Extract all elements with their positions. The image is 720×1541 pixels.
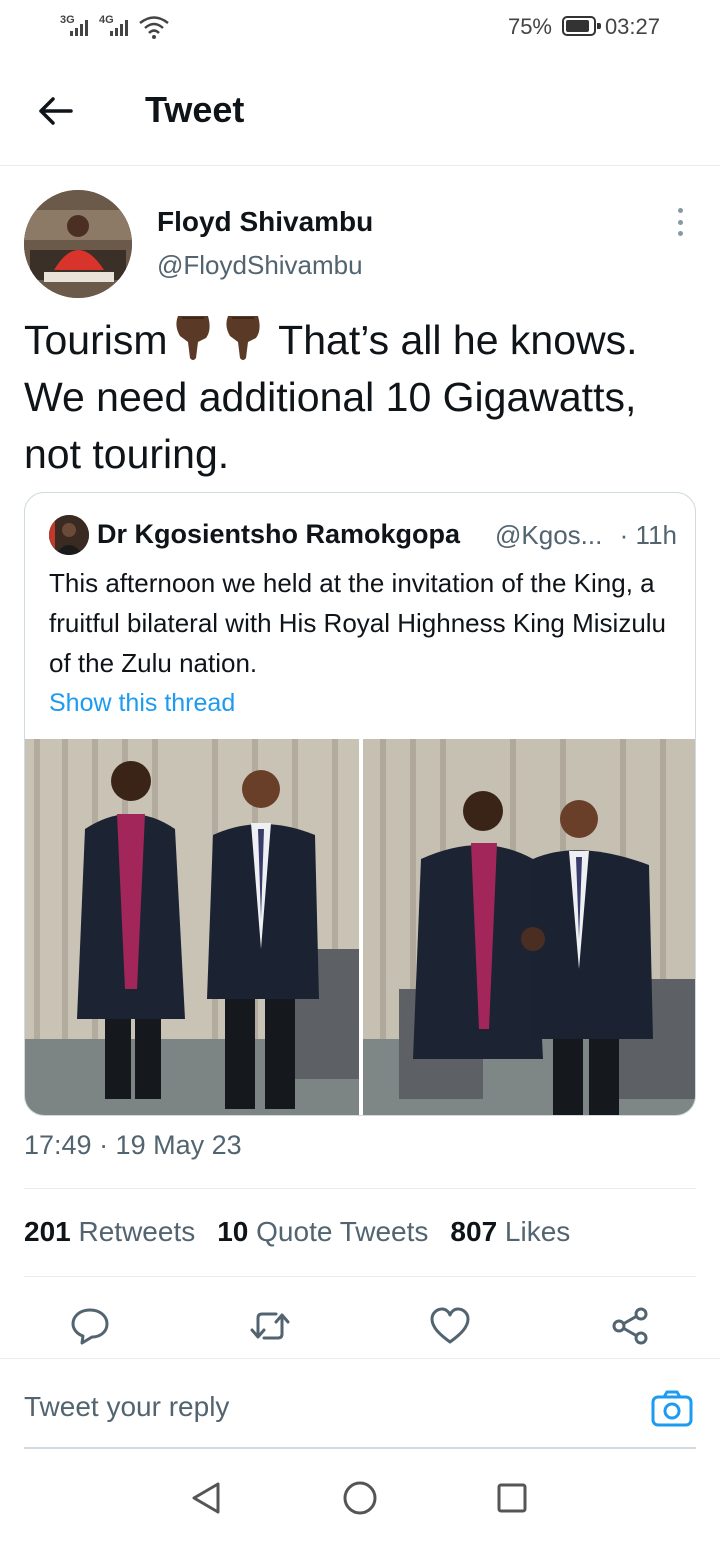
- quote-tweets-count: 10: [217, 1216, 249, 1247]
- share-button[interactable]: [606, 1302, 654, 1350]
- quoted-time: · 11h: [619, 520, 677, 550]
- camera-icon: [651, 1390, 693, 1427]
- retweets-stat[interactable]: 201 Retweets: [24, 1216, 195, 1247]
- battery-percent: 75%: [507, 14, 552, 39]
- system-nav-bar: [0, 1450, 720, 1541]
- quoted-author-name: Dr Kgosientsho Ramokgopa: [97, 519, 461, 549]
- camera-button[interactable]: [650, 1387, 694, 1431]
- retweets-label: Retweets: [78, 1216, 196, 1247]
- quote-tweets-label: Quote Tweets: [256, 1216, 429, 1247]
- signal-strength-icon: [70, 18, 88, 36]
- circle-home-icon: [343, 1481, 377, 1515]
- vertical-dots-icon: [677, 208, 683, 213]
- share-icon: [612, 1307, 648, 1345]
- reply-underline: [24, 1447, 696, 1449]
- quoted-author-handle: @Kgos...: [495, 520, 603, 550]
- nav-back-button[interactable]: [184, 1476, 228, 1520]
- triangle-back-icon: [192, 1482, 220, 1514]
- tweet-text: Tourism That’s all he knows. We need add…: [24, 312, 700, 483]
- clock: 03:27: [604, 14, 660, 39]
- tweet-stats: 201 Retweets 10 Quote Tweets 807 Likes: [24, 1216, 570, 1248]
- quoted-text: This afternoon we held at the invitation…: [49, 568, 667, 678]
- tweet-author: Floyd Shivambu @FloydShivambu: [24, 190, 696, 300]
- quoted-avatar: [49, 515, 89, 555]
- arrow-left-icon: [39, 97, 73, 125]
- battery-icon: [562, 16, 601, 36]
- reply-button[interactable]: [66, 1302, 114, 1350]
- nav-home-button[interactable]: [338, 1476, 382, 1520]
- divider: [24, 1188, 696, 1189]
- author-handle[interactable]: @FloydShivambu: [157, 250, 363, 281]
- photo-2[interactable]: [363, 739, 695, 1115]
- backhand-index-pointing-down-emoji: [175, 316, 210, 360]
- quoted-photos: [25, 739, 695, 1115]
- heart-icon: [430, 1307, 470, 1344]
- top-app-bar: Tweet: [0, 56, 720, 166]
- show-thread-link[interactable]: Show this thread: [49, 689, 235, 718]
- quote-tweets-stat[interactable]: 10 Quote Tweets: [217, 1216, 428, 1247]
- square-recents-icon: [497, 1483, 527, 1513]
- page-title: Tweet: [145, 89, 245, 130]
- tweet-text-part1: Tourism: [24, 317, 168, 363]
- retweets-count: 201: [24, 1216, 71, 1247]
- likes-stat[interactable]: 807 Likes: [450, 1216, 570, 1247]
- like-button[interactable]: [426, 1302, 474, 1350]
- retweet-button[interactable]: [246, 1302, 294, 1350]
- speech-bubble-icon: [71, 1308, 109, 1345]
- back-button[interactable]: [30, 86, 80, 136]
- signal-strength-icon: [110, 18, 128, 36]
- likes-count: 807: [450, 1216, 498, 1247]
- tweet-timestamp[interactable]: 17:49 · 19 May 23: [24, 1130, 242, 1161]
- quoted-tweet-card[interactable]: Dr Kgosientsho Ramokgopa @Kgos... · 11h …: [24, 492, 696, 1116]
- divider: [24, 1276, 696, 1277]
- reply-input[interactable]: Tweet your reply: [24, 1391, 229, 1423]
- nav-recents-button[interactable]: [490, 1476, 534, 1520]
- author-name[interactable]: Floyd Shivambu: [157, 206, 373, 238]
- photo-1[interactable]: [25, 739, 359, 1115]
- more-options-button[interactable]: [672, 208, 688, 236]
- status-bar: 3G 4G 75% 03:27: [0, 0, 720, 56]
- reply-bar: Tweet your reply: [0, 1358, 720, 1449]
- wifi-icon: [138, 14, 170, 45]
- retweet-icon: [250, 1312, 290, 1340]
- backhand-index-pointing-down-emoji: [225, 316, 260, 360]
- likes-label: Likes: [504, 1216, 571, 1247]
- tweet-actions: [0, 1302, 720, 1350]
- avatar[interactable]: [24, 190, 132, 298]
